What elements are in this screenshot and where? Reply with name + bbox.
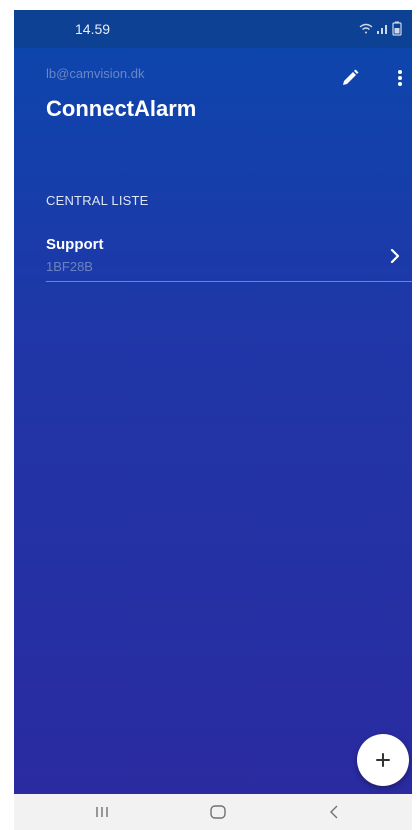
app-header: lb@camvision.dk ConnectAlarm (14, 48, 412, 128)
back-button[interactable] (314, 798, 354, 826)
chevron-right-icon (390, 248, 400, 264)
list-item-title: Support (46, 236, 104, 253)
account-email: lb@camvision.dk (46, 66, 145, 81)
edit-button[interactable] (335, 63, 365, 93)
wifi-icon (359, 23, 373, 34)
status-icons (359, 21, 402, 36)
list-item-subtitle: 1BF28B (46, 259, 93, 274)
more-vert-icon (398, 70, 402, 86)
battery-icon (392, 21, 402, 36)
back-icon (330, 805, 338, 819)
status-time: 14.59 (75, 21, 111, 37)
signal-icon (377, 25, 387, 34)
status-bar: 14.59 (14, 10, 412, 48)
recent-apps-button[interactable] (82, 798, 122, 826)
plus-icon (376, 753, 390, 767)
home-button[interactable] (198, 798, 238, 826)
app-title: ConnectAlarm (46, 96, 197, 121)
home-icon (210, 805, 226, 819)
section-label: CENTRAL LISTE (46, 193, 149, 208)
add-button[interactable] (357, 734, 409, 786)
system-nav-bar (14, 794, 412, 830)
list-divider (46, 281, 412, 282)
app-screen: 14.59 lb@camvision.dk ConnectAlarm CENTR… (14, 10, 412, 794)
more-options-button[interactable] (385, 63, 412, 93)
edit-icon (343, 69, 359, 85)
recent-apps-icon (96, 807, 108, 817)
list-item-support[interactable]: Support 1BF28B (46, 234, 412, 282)
